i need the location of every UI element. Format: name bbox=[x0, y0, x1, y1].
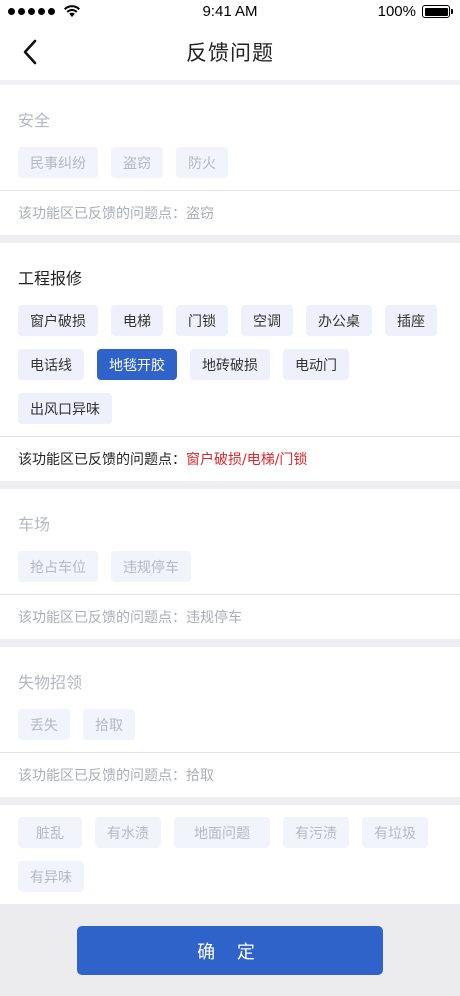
reported-label: 该功能区已反馈的问题点： bbox=[18, 768, 186, 784]
reported-issues: 该功能区已反馈的问题点： 违规停车 bbox=[0, 595, 460, 639]
section-cleanliness: 脏乱 有水渍 地面问题 有污渍 有垃圾 有异味 bbox=[0, 805, 460, 904]
status-bar: 9:41 AM 100% bbox=[0, 0, 460, 24]
tag-air-conditioner[interactable]: 空调 bbox=[241, 305, 293, 336]
reported-label: 该功能区已反馈的问题点： bbox=[18, 452, 186, 468]
feedback-content: 安全 民事纠纷 盗窃 防火 该功能区已反馈的问题点： 盗窃 工程报修 窗户破损 … bbox=[0, 85, 460, 904]
reported-value: 盗窃 bbox=[186, 206, 214, 222]
section-title: 失物招领 bbox=[18, 673, 83, 692]
battery-percent: 100% bbox=[377, 3, 416, 20]
tag-floor-issue[interactable]: 地面问题 bbox=[174, 817, 270, 848]
section-title: 车场 bbox=[18, 515, 51, 534]
reported-value: 违规停车 bbox=[186, 610, 242, 626]
tag-list: 民事纠纷 盗窃 防火 bbox=[0, 137, 460, 190]
tag-vent-odor[interactable]: 出风口异味 bbox=[18, 393, 112, 424]
nav-bar: 反馈问题 bbox=[0, 24, 460, 80]
tag-occupy-space[interactable]: 抢占车位 bbox=[18, 551, 98, 582]
reported-issues: 该功能区已反馈的问题点： 拾取 bbox=[0, 753, 460, 797]
reported-value: 窗户破损/电梯/门锁 bbox=[186, 452, 308, 468]
tag-fire-prevention[interactable]: 防火 bbox=[176, 147, 228, 178]
section-gap bbox=[0, 639, 460, 647]
reported-value: 拾取 bbox=[186, 768, 214, 784]
tag-water-stain[interactable]: 有水渍 bbox=[95, 817, 161, 848]
tag-elevator[interactable]: 电梯 bbox=[111, 305, 163, 336]
tag-list: 窗户破损 电梯 门锁 空调 办公桌 插座 电话线 地毯开胶 地砖破损 电动门 出… bbox=[0, 295, 460, 436]
section-gap bbox=[0, 797, 460, 805]
tag-list: 脏乱 有水渍 地面问题 有污渍 有垃圾 有异味 bbox=[0, 805, 460, 904]
reported-label: 该功能区已反馈的问题点： bbox=[18, 206, 186, 222]
chevron-left-icon bbox=[23, 39, 37, 65]
page-title: 反馈问题 bbox=[186, 41, 274, 65]
tag-illegal-parking[interactable]: 违规停车 bbox=[111, 551, 191, 582]
tag-dirt-stain[interactable]: 有污渍 bbox=[283, 817, 349, 848]
confirm-button[interactable]: 确 定 bbox=[77, 926, 383, 975]
tag-civil-dispute[interactable]: 民事纠纷 bbox=[18, 147, 98, 178]
section-gap bbox=[0, 481, 460, 489]
tag-garbage[interactable]: 有垃圾 bbox=[362, 817, 428, 848]
tag-list: 抢占车位 违规停车 bbox=[0, 541, 460, 594]
section-lost-and-found: 失物招领 丢失 拾取 该功能区已反馈的问题点： 拾取 bbox=[0, 647, 460, 797]
reported-issues: 该功能区已反馈的问题点： 窗户破损/电梯/门锁 bbox=[0, 437, 460, 481]
tag-door-lock[interactable]: 门锁 bbox=[176, 305, 228, 336]
tag-floor-tile-damage[interactable]: 地砖破损 bbox=[190, 349, 270, 380]
tag-phone-line[interactable]: 电话线 bbox=[18, 349, 84, 380]
reported-label: 该功能区已反馈的问题点： bbox=[18, 610, 186, 626]
section-title: 工程报修 bbox=[18, 269, 83, 288]
tag-found[interactable]: 拾取 bbox=[83, 709, 135, 740]
tag-office-desk[interactable]: 办公桌 bbox=[306, 305, 372, 336]
section-title: 安全 bbox=[18, 111, 51, 130]
tag-window-damage[interactable]: 窗户破损 bbox=[18, 305, 98, 336]
footer-bar: 确 定 bbox=[0, 904, 460, 996]
tag-electric-door[interactable]: 电动门 bbox=[283, 349, 349, 380]
tag-messy[interactable]: 脏乱 bbox=[18, 817, 82, 848]
section-gap bbox=[0, 235, 460, 243]
tag-power-socket[interactable]: 插座 bbox=[385, 305, 437, 336]
battery-icon bbox=[422, 5, 453, 18]
tag-list: 丢失 拾取 bbox=[0, 699, 460, 752]
section-parking: 车场 抢占车位 违规停车 该功能区已反馈的问题点： 违规停车 bbox=[0, 489, 460, 639]
reported-issues: 该功能区已反馈的问题点： 盗窃 bbox=[0, 191, 460, 235]
tag-lost[interactable]: 丢失 bbox=[18, 709, 70, 740]
tag-carpet-peeling-selected[interactable]: 地毯开胶 bbox=[97, 349, 177, 380]
section-engineering-repair: 工程报修 窗户破损 电梯 门锁 空调 办公桌 插座 电话线 地毯开胶 地砖破损 … bbox=[0, 243, 460, 481]
back-button[interactable] bbox=[14, 36, 46, 68]
tag-theft[interactable]: 盗窃 bbox=[111, 147, 163, 178]
section-safety: 安全 民事纠纷 盗窃 防火 该功能区已反馈的问题点： 盗窃 bbox=[0, 85, 460, 235]
tag-odor[interactable]: 有异味 bbox=[18, 861, 84, 892]
